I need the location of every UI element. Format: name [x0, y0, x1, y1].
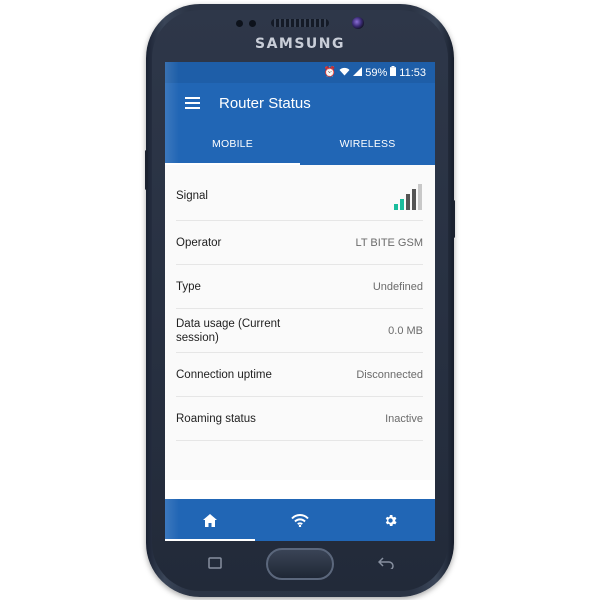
tab-bar: MOBILE WIRELESS — [165, 123, 435, 165]
recent-apps-key-icon[interactable] — [208, 556, 222, 572]
hamburger-menu-icon[interactable] — [165, 97, 219, 109]
battery-icon — [390, 66, 397, 79]
nav-home-button[interactable] — [165, 499, 255, 541]
back-key-icon[interactable] — [377, 556, 394, 572]
device-brand-logo: SAMSUNG — [254, 36, 345, 52]
wifi-icon — [291, 513, 309, 527]
front-camera-icon — [352, 17, 364, 29]
row-label: Connection uptime — [176, 368, 272, 381]
row-value: Disconnected — [356, 368, 423, 381]
signal-bar — [394, 203, 398, 210]
home-icon — [203, 513, 217, 527]
status-bar: ⏰ 59% 11:53 — [165, 62, 435, 83]
row-value: Inactive — [385, 412, 423, 425]
gear-icon — [385, 514, 397, 526]
bottom-navigation — [165, 499, 435, 541]
row-value: LT BITE GSM — [355, 236, 423, 249]
status-list: Signal Operator LT BITE GSM Type Undefin… — [165, 165, 435, 480]
home-key[interactable] — [266, 548, 334, 580]
signal-bar — [400, 198, 404, 210]
tab-mobile[interactable]: MOBILE — [165, 123, 300, 165]
list-item-type: Type Undefined — [176, 265, 423, 309]
clock: 11:53 — [399, 66, 426, 79]
row-value: 0.0 MB — [388, 324, 423, 337]
screen: ⏰ 59% 11:53 Router Status MOBILE WIRELES… — [165, 62, 435, 541]
app-bar: Router Status — [165, 83, 435, 123]
earpiece-speaker — [271, 19, 329, 27]
list-item-connection-uptime: Connection uptime Disconnected — [176, 353, 423, 397]
signal-bar — [406, 193, 410, 210]
nav-wireless-button[interactable] — [255, 499, 345, 541]
list-item-signal: Signal — [176, 171, 423, 221]
row-label: Roaming status — [176, 412, 256, 425]
tab-wireless[interactable]: WIRELESS — [300, 123, 435, 165]
volume-button — [145, 150, 148, 190]
nav-settings-button[interactable] — [345, 499, 435, 541]
row-label: Signal — [176, 189, 208, 202]
power-button — [452, 200, 455, 238]
signal-bar — [412, 188, 416, 210]
cell-signal-icon — [353, 66, 363, 79]
signal-strength-icon — [394, 182, 422, 210]
list-item-operator: Operator LT BITE GSM — [176, 221, 423, 265]
page-title: Router Status — [219, 94, 311, 112]
row-label: Type — [176, 280, 201, 293]
signal-bar — [418, 183, 422, 210]
proximity-sensor-icon — [236, 20, 243, 27]
row-label: Operator — [176, 236, 222, 249]
list-item-data-usage: Data usage (Current session) 0.0 MB — [176, 309, 423, 353]
alarm-icon: ⏰ — [323, 67, 337, 78]
battery-percent: 59% — [365, 66, 388, 79]
list-item-roaming-status: Roaming status Inactive — [176, 397, 423, 441]
row-label: Data usage (Current session) — [176, 317, 281, 344]
light-sensor-icon — [249, 20, 256, 27]
wifi-status-icon — [339, 67, 350, 79]
row-value: Undefined — [372, 280, 423, 293]
